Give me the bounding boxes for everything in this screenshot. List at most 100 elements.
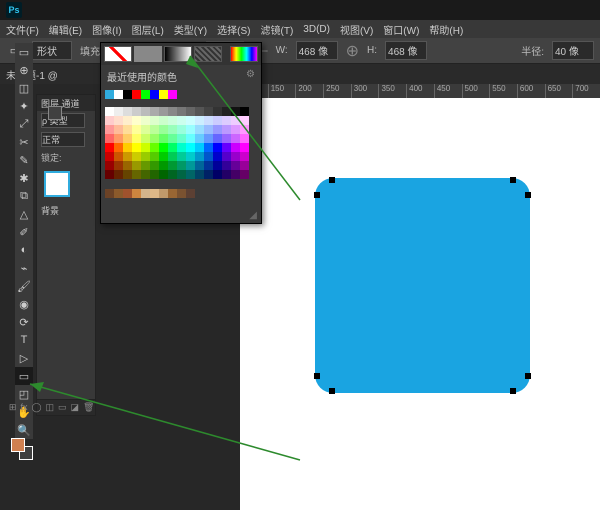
swatch[interactable]	[132, 116, 141, 125]
swatch[interactable]	[123, 107, 132, 116]
swatch[interactable]	[222, 161, 231, 170]
swatch[interactable]	[213, 170, 222, 179]
swatch[interactable]	[123, 161, 132, 170]
swatch[interactable]	[204, 170, 213, 179]
swatch[interactable]	[168, 90, 177, 99]
swatch[interactable]	[222, 107, 231, 116]
swatch[interactable]	[213, 116, 222, 125]
swatch[interactable]	[213, 161, 222, 170]
swatch[interactable]	[177, 143, 186, 152]
swatch[interactable]	[132, 143, 141, 152]
swatch[interactable]	[213, 152, 222, 161]
swatch[interactable]	[150, 143, 159, 152]
swatch[interactable]	[186, 152, 195, 161]
swatch[interactable]	[114, 125, 123, 134]
swatch[interactable]	[168, 152, 177, 161]
menu-type[interactable]: 类型(Y)	[174, 22, 207, 37]
tool-11[interactable]: ◐	[15, 241, 33, 259]
swatch[interactable]	[240, 125, 249, 134]
swatch[interactable]	[168, 125, 177, 134]
swatch[interactable]	[213, 134, 222, 143]
swatch[interactable]	[105, 90, 114, 99]
layer-background[interactable]: 背景	[37, 202, 95, 219]
swatch[interactable]	[168, 170, 177, 179]
swatch[interactable]	[213, 143, 222, 152]
swatch[interactable]	[123, 125, 132, 134]
swatch[interactable]	[186, 134, 195, 143]
swatch[interactable]	[114, 107, 123, 116]
swatch[interactable]	[195, 116, 204, 125]
swatch[interactable]	[231, 161, 240, 170]
swatch[interactable]	[141, 152, 150, 161]
tool-19[interactable]: ◰	[15, 385, 33, 403]
swatch[interactable]	[105, 170, 114, 179]
swatch[interactable]	[195, 134, 204, 143]
swatch[interactable]	[231, 116, 240, 125]
swatch[interactable]	[132, 170, 141, 179]
swatch[interactable]	[177, 170, 186, 179]
swatch[interactable]	[141, 90, 150, 99]
swatch[interactable]	[141, 125, 150, 134]
blend-mode-select[interactable]: 正常	[41, 132, 85, 147]
tool-15[interactable]: ⟳	[15, 313, 33, 331]
tool-9[interactable]: △	[15, 205, 33, 223]
swatch[interactable]	[114, 161, 123, 170]
swatch[interactable]	[159, 170, 168, 179]
gear-icon[interactable]: ⚙	[246, 69, 255, 84]
swatch[interactable]	[132, 90, 141, 99]
swatch[interactable]	[150, 134, 159, 143]
tool-12[interactable]: ⌁	[15, 259, 33, 277]
swatch[interactable]	[240, 170, 249, 179]
height-input[interactable]: 468 像	[385, 41, 427, 60]
swatch[interactable]	[150, 161, 159, 170]
tool-2[interactable]: ◫	[15, 79, 33, 97]
tool-0[interactable]: ▭	[15, 43, 33, 61]
swatch[interactable]	[141, 170, 150, 179]
layer-action-icon[interactable]: ◯	[31, 402, 41, 412]
swatch[interactable]	[231, 134, 240, 143]
layer-action-icon[interactable]: ▭	[58, 402, 67, 412]
swatch[interactable]	[177, 189, 186, 198]
swatch[interactable]	[132, 125, 141, 134]
solid-fill-tab[interactable]	[134, 46, 162, 62]
layer-action-icon[interactable]: fx	[20, 402, 27, 412]
swatch[interactable]	[177, 107, 186, 116]
swatch[interactable]	[141, 107, 150, 116]
swatch[interactable]	[114, 170, 123, 179]
swatch[interactable]	[105, 134, 114, 143]
swatch[interactable]	[159, 161, 168, 170]
swatch[interactable]	[159, 90, 168, 99]
tool-13[interactable]: 🖌	[15, 277, 33, 295]
swatch[interactable]	[195, 125, 204, 134]
width-input[interactable]: 468 像	[296, 41, 338, 60]
swatch[interactable]	[186, 189, 195, 198]
swatch[interactable]	[123, 170, 132, 179]
swatch[interactable]	[213, 125, 222, 134]
swatch[interactable]	[105, 143, 114, 152]
swatch[interactable]	[150, 189, 159, 198]
swatch[interactable]	[168, 161, 177, 170]
swatch[interactable]	[168, 143, 177, 152]
menu-3d[interactable]: 3D(D)	[303, 24, 330, 35]
tool-10[interactable]: ✐	[15, 223, 33, 241]
swatch[interactable]	[168, 134, 177, 143]
swatch[interactable]	[240, 152, 249, 161]
foreground-background-colors[interactable]	[11, 438, 35, 462]
layer-action-icon[interactable]: ◪	[70, 402, 79, 412]
swatch[interactable]	[186, 161, 195, 170]
layer-action-icon[interactable]: 🗑	[83, 402, 93, 412]
swatch[interactable]	[195, 152, 204, 161]
swatch[interactable]	[195, 107, 204, 116]
radius-input[interactable]: 40 像	[552, 41, 594, 60]
menu-edit[interactable]: 编辑(E)	[49, 22, 82, 37]
swatch[interactable]	[168, 116, 177, 125]
swatch[interactable]	[114, 189, 123, 198]
swatch[interactable]	[159, 125, 168, 134]
swatch[interactable]	[159, 116, 168, 125]
swatch[interactable]	[231, 143, 240, 152]
tool-16[interactable]: T	[15, 331, 33, 349]
swatch[interactable]	[204, 152, 213, 161]
swatch[interactable]	[186, 116, 195, 125]
swatch[interactable]	[204, 134, 213, 143]
no-fill-tab[interactable]	[104, 46, 132, 62]
